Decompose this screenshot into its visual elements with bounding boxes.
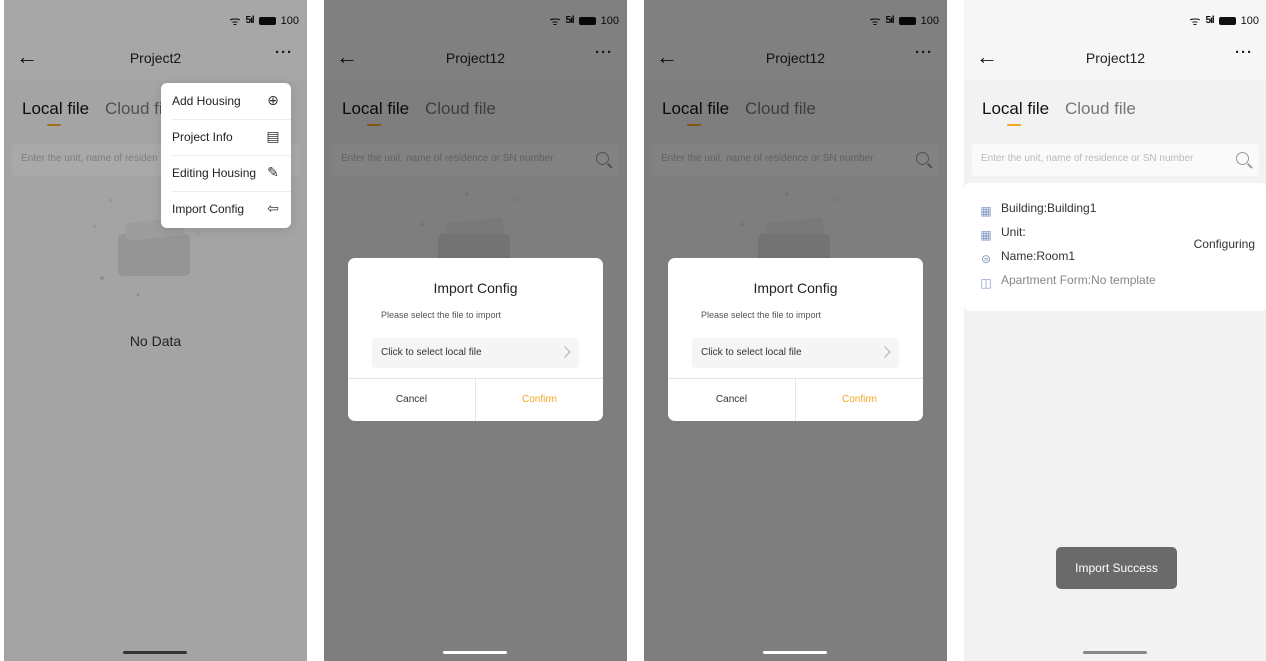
- edit-icon: ✎: [267, 164, 279, 180]
- menu-item-add-housing[interactable]: Add Housing ⊕: [161, 83, 291, 119]
- home-indicator[interactable]: [123, 651, 187, 654]
- menu-item-project-info[interactable]: Project Info ▤: [161, 119, 291, 155]
- building-text: Building:Building1: [1001, 201, 1097, 215]
- status-icons: ᯤ 5ıl 100: [1190, 12, 1259, 29]
- select-file-label: Click to select local file: [381, 347, 482, 358]
- menu-item-label: Editing Housing: [172, 166, 257, 180]
- document-icon: ▤: [266, 128, 280, 144]
- menu-item-import-config[interactable]: Import Config ⇦: [161, 191, 291, 227]
- name-row: ⊜ Name:Room1: [979, 249, 1075, 266]
- menu-item-label: Import Config: [172, 202, 245, 216]
- cancel-button[interactable]: Cancel: [348, 378, 475, 421]
- name-text: Name:Room1: [1001, 249, 1076, 263]
- home-indicator[interactable]: [443, 651, 507, 654]
- menu-item-label: Add Housing: [172, 94, 241, 108]
- apartment-form-text: Apartment Form:No template: [1001, 273, 1156, 287]
- dialog-subtitle: Please select the file to import: [381, 310, 502, 320]
- housing-card[interactable]: ▦ Building:Building1 ▦ Unit: ⊜ Name:Room1 ◫…: [964, 183, 1266, 311]
- unit-icon: ▦: [980, 228, 992, 242]
- battery-icon: [1218, 16, 1236, 25]
- building-row: ▦ Building:Building1: [979, 201, 1096, 218]
- file-tabs: Local file Cloud file: [964, 80, 1266, 138]
- page-title: Project12: [1085, 50, 1146, 66]
- wifi-icon: ᯤ: [1189, 14, 1201, 28]
- search-input[interactable]: Enter the unit, name of residence or SN …: [972, 144, 1259, 176]
- chevron-right-icon: [879, 346, 891, 358]
- room-icon: ⊜: [980, 252, 992, 266]
- menu-item-editing-housing[interactable]: Editing Housing ✎: [161, 155, 291, 191]
- select-file-field[interactable]: Click to select local file: [692, 338, 899, 368]
- active-tab-indicator: [1007, 124, 1021, 126]
- dialog-title: Import Config: [433, 280, 518, 296]
- more-icon[interactable]: ···: [1235, 44, 1253, 61]
- home-indicator[interactable]: [1083, 651, 1147, 654]
- dialog-title: Import Config: [753, 280, 838, 296]
- select-file-label: Click to select local file: [701, 347, 802, 358]
- dialog-subtitle: Please select the file to import: [701, 310, 822, 320]
- unit-text: Unit:: [1001, 225, 1026, 239]
- add-circle-icon: ⊕: [267, 92, 279, 108]
- phone-screen-4: ᯤ 5ıl 100 ← Project12 ··· Local file Clo…: [964, 0, 1266, 661]
- search-placeholder: Enter the unit, name of residence or SN …: [981, 153, 1194, 164]
- import-config-dialog: Import Config Please select the file to …: [348, 258, 603, 421]
- template-icon: ◫: [980, 276, 992, 290]
- nav-bar: ← Project12 ···: [964, 38, 1266, 80]
- tab-cloud-file[interactable]: Cloud file: [1065, 99, 1136, 119]
- signal-icon: 5ıl: [1205, 15, 1215, 26]
- building-icon: ▦: [980, 204, 992, 218]
- import-config-dialog: Import Config Please select the file to …: [668, 258, 923, 421]
- battery-level: 100: [1240, 14, 1259, 27]
- tab-local-file[interactable]: Local file: [982, 99, 1049, 119]
- confirm-button[interactable]: Confirm: [796, 378, 923, 421]
- more-menu: Add Housing ⊕ Project Info ▤ Editing Hou…: [161, 83, 291, 228]
- menu-item-label: Project Info: [172, 130, 233, 144]
- chevron-right-icon: [559, 346, 571, 358]
- home-indicator[interactable]: [763, 651, 827, 654]
- status-label: Configuring: [1193, 237, 1255, 251]
- cancel-button[interactable]: Cancel: [668, 378, 795, 421]
- import-icon: ⇦: [267, 200, 279, 216]
- status-bar: ᯤ 5ıl 100: [964, 0, 1266, 38]
- phone-screen-3: ᯤ 5ıl 100 ← Project12 ··· Local file Clo…: [644, 0, 947, 661]
- phone-screen-2: ᯤ 5ıl 100 ← Project12 ··· Local file Clo…: [324, 0, 627, 661]
- confirm-button[interactable]: Confirm: [476, 378, 603, 421]
- apartment-form-row: ◫ Apartment Form:No template: [979, 273, 1156, 290]
- import-success-toast: Import Success: [1056, 547, 1177, 589]
- phone-screen-1: ᯤ 5ıl 100 ← Project2 ··· Local file Clou…: [4, 0, 307, 661]
- unit-row: ▦ Unit:: [979, 225, 1026, 242]
- select-file-field[interactable]: Click to select local file: [372, 338, 579, 368]
- search-icon[interactable]: [1236, 152, 1249, 165]
